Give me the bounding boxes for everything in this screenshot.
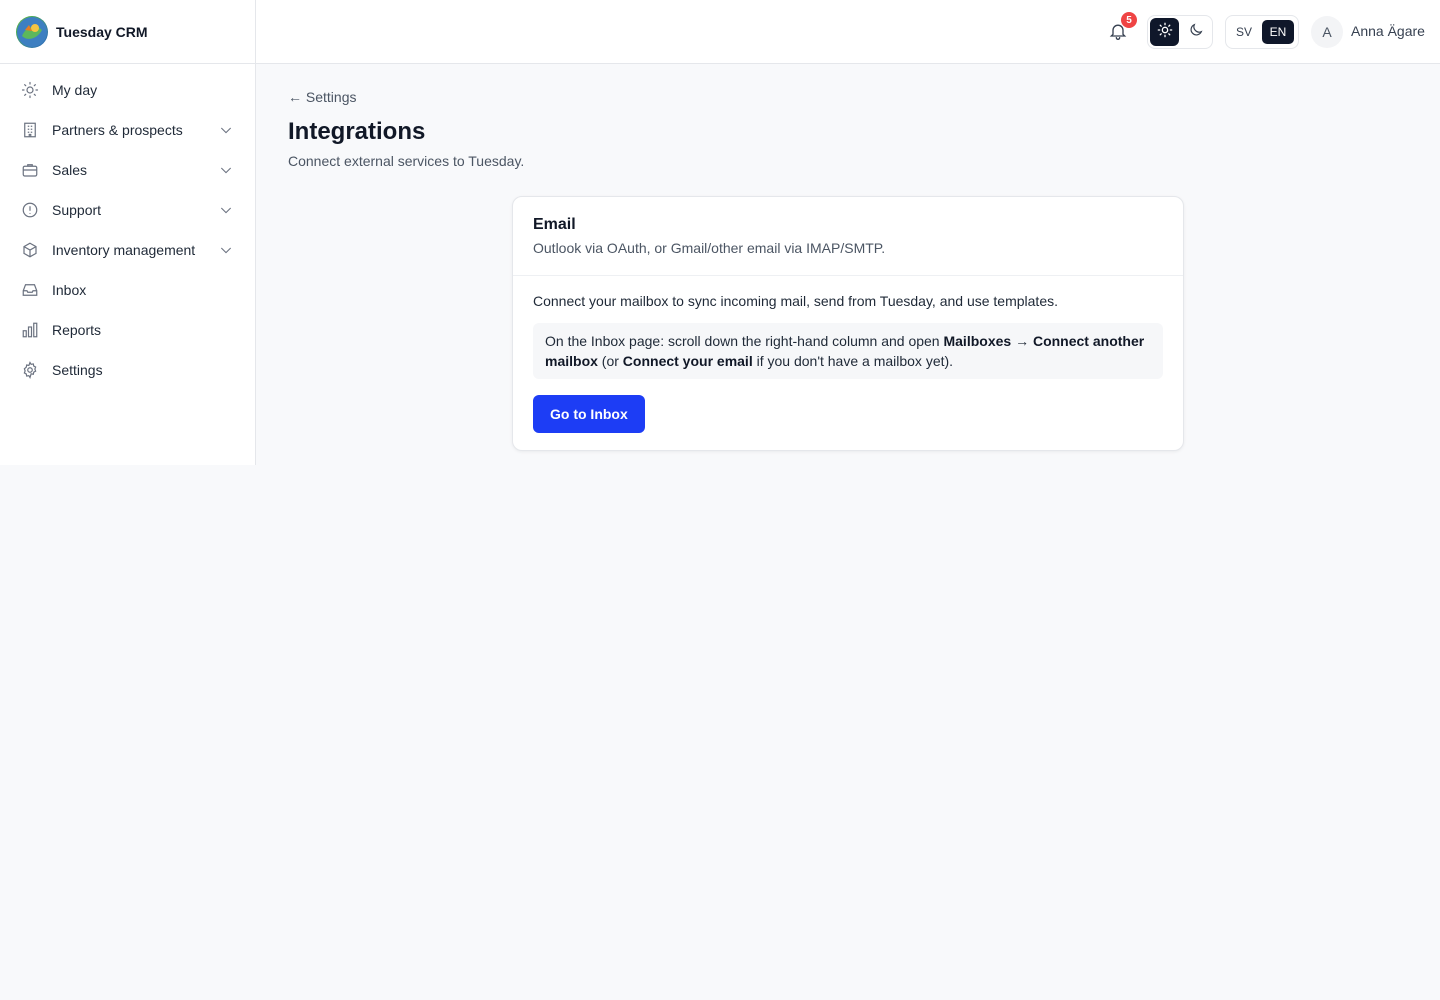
chevron-down-icon[interactable] — [217, 201, 235, 219]
sidebar-item-label: Sales — [52, 162, 88, 178]
sidebar-item-settings[interactable]: Settings — [0, 350, 255, 390]
building-icon — [20, 120, 40, 140]
hint-arrow: → — [1011, 333, 1033, 349]
page-title: Integrations — [288, 118, 426, 145]
sidebar-item-sales[interactable]: Sales — [0, 150, 255, 190]
sidebar-item-label: Settings — [52, 362, 103, 378]
lang-en-button[interactable]: EN — [1262, 20, 1294, 44]
box-icon — [20, 240, 40, 260]
card-header: Email Outlook via OAuth, or Gmail/other … — [513, 197, 1183, 276]
chevron-down-icon[interactable] — [217, 121, 235, 139]
avatar[interactable]: A — [1311, 16, 1343, 48]
hint-connect-your-email: Connect your email — [622, 353, 753, 369]
dark-theme-button[interactable] — [1181, 18, 1210, 46]
sidebar-item-label: Inbox — [52, 282, 87, 298]
go-to-inbox-button[interactable]: Go to Inbox — [533, 395, 645, 433]
notification-badge: 5 — [1121, 12, 1137, 28]
gear-icon — [20, 360, 40, 380]
email-integration-card: Email Outlook via OAuth, or Gmail/other … — [512, 196, 1184, 451]
inbox-icon — [20, 280, 40, 300]
sidebar-item-label: Support — [52, 202, 102, 218]
hint-mailboxes: Mailboxes — [943, 333, 1012, 349]
instruction-hint: On the Inbox page: scroll down the right… — [533, 323, 1163, 379]
moon-icon — [1188, 22, 1204, 43]
sidebar-item-inbox[interactable]: Inbox — [0, 270, 255, 310]
bar-chart-icon — [20, 320, 40, 340]
hint-text: On the Inbox page: scroll down the right… — [545, 333, 944, 349]
lang-sv-button[interactable]: SV — [1228, 20, 1260, 44]
sidebar-item-label: My day — [52, 82, 98, 98]
app-logo-icon — [16, 15, 48, 48]
sidebar-item-label: Reports — [52, 322, 102, 338]
language-toggle: SV EN — [1225, 15, 1299, 49]
page-subtitle: Connect external services to Tuesday. — [288, 153, 525, 169]
light-theme-button[interactable] — [1150, 18, 1179, 46]
chevron-down-icon[interactable] — [217, 241, 235, 259]
user-name[interactable]: Anna Ägare — [1351, 23, 1425, 39]
card-subtitle: Outlook via OAuth, or Gmail/other email … — [533, 240, 886, 256]
app-name: Tuesday CRM — [56, 23, 148, 40]
card-description: Connect your mailbox to sync incoming ma… — [533, 293, 1058, 309]
sidebar-item-partners-prospects[interactable]: Partners & prospects — [0, 110, 255, 150]
sidebar-item-label: Partners & prospects — [52, 122, 183, 138]
sun-icon — [20, 80, 40, 100]
back-to-settings-link[interactable]: ← Settings — [288, 89, 356, 105]
sidebar-item-support[interactable]: Support — [0, 190, 255, 230]
sun-icon — [1157, 22, 1173, 43]
sidebar-item-inventory-management[interactable]: Inventory management — [0, 230, 255, 270]
briefcase-icon — [20, 160, 40, 180]
sidebar-item-label: Inventory management — [52, 242, 196, 258]
chevron-down-icon[interactable] — [217, 161, 235, 179]
sidebar-item-reports[interactable]: Reports — [0, 310, 255, 350]
hint-text: if you don't have a mailbox yet). — [752, 353, 954, 369]
sidebar-item-my-day[interactable]: My day — [0, 70, 255, 110]
card-body: Connect your mailbox to sync incoming ma… — [513, 276, 1183, 433]
hint-text: (or — [597, 353, 623, 369]
brand[interactable]: Tuesday CRM — [0, 0, 255, 64]
theme-toggle — [1147, 15, 1213, 49]
topbar: 5 SV EN A Anna Ägare — [256, 0, 1440, 64]
sidebar-nav: My day Partners & prospects Sales Suppor… — [0, 64, 255, 390]
sidebar: Tuesday CRM My day Partners & prospects … — [0, 0, 256, 465]
card-title: Email — [533, 216, 576, 233]
alert-circle-icon — [20, 200, 40, 220]
